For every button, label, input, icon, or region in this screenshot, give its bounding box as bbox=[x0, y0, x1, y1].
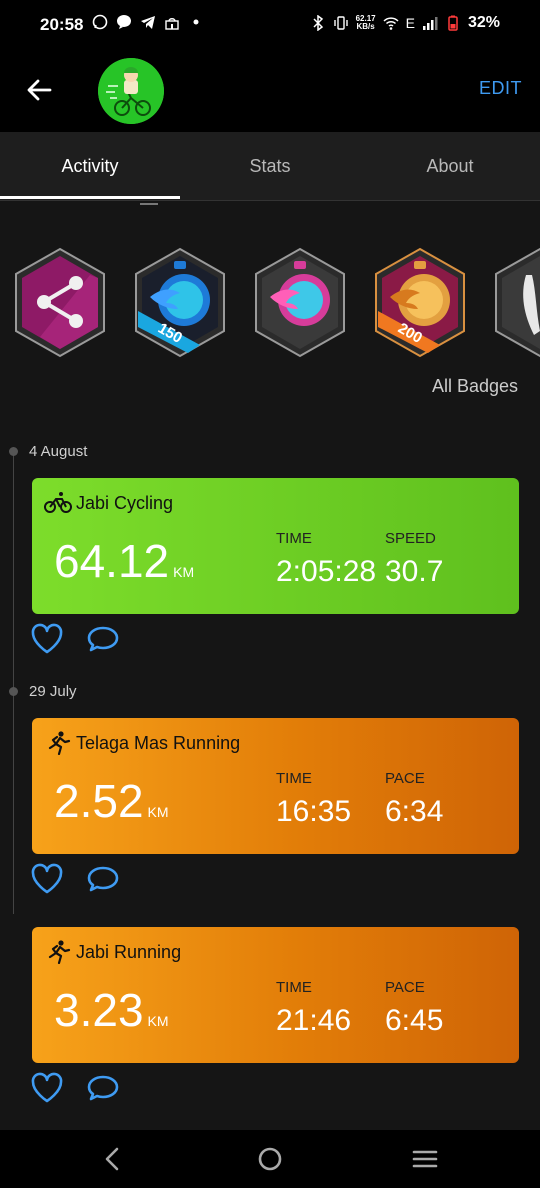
metric-value-pace: 6:34 bbox=[385, 795, 444, 828]
all-badges-link[interactable]: All Badges bbox=[432, 376, 518, 397]
scroll-handle bbox=[140, 203, 158, 205]
stopwatch-pink-badge-icon[interactable] bbox=[250, 245, 350, 360]
like-heart-icon[interactable] bbox=[30, 623, 64, 655]
notification-icons bbox=[92, 14, 204, 30]
metric-value-time: 2:05:28 bbox=[276, 555, 377, 588]
like-heart-icon[interactable] bbox=[30, 1072, 64, 1104]
battery-percentage: 32% bbox=[467, 14, 500, 31]
metric-value-time: 16:35 bbox=[276, 795, 352, 828]
metric-label-pace: PACE bbox=[385, 770, 425, 787]
distance-value: 64.12 bbox=[54, 535, 170, 587]
like-heart-icon[interactable] bbox=[30, 863, 64, 895]
activity-title: Jabi Cycling bbox=[76, 493, 174, 513]
activity-title: Jabi Running bbox=[76, 942, 182, 962]
distance-value: 2.52 bbox=[54, 775, 144, 827]
date-label: 4 August bbox=[29, 443, 88, 460]
timeline-line bbox=[13, 452, 14, 914]
profile-tabs: Activity Stats About bbox=[0, 132, 540, 201]
activity-distance: 3.23 KM bbox=[54, 983, 169, 1037]
nav-back-icon[interactable] bbox=[98, 1144, 128, 1174]
distance-value: 3.23 bbox=[54, 984, 144, 1036]
tab-activity[interactable]: Activity bbox=[0, 132, 180, 200]
partial-badge-icon[interactable] bbox=[490, 245, 540, 360]
edit-button[interactable]: EDIT bbox=[479, 78, 522, 99]
comment-bubble-icon[interactable] bbox=[86, 863, 120, 895]
metric-label-speed: SPEED bbox=[385, 530, 436, 547]
distance-unit: KM bbox=[147, 1013, 169, 1029]
bicycle-icon bbox=[44, 492, 72, 513]
distance-unit: KM bbox=[147, 804, 169, 820]
active-tab-indicator bbox=[0, 196, 180, 199]
stopwatch-150-badge-icon[interactable]: 150 bbox=[130, 245, 230, 360]
telegram-icon bbox=[141, 16, 155, 29]
distance-unit: KM bbox=[173, 564, 195, 580]
status-time: 20:58 bbox=[40, 15, 84, 34]
timeline-dot bbox=[9, 687, 18, 696]
share-badge-icon[interactable] bbox=[10, 245, 110, 360]
activity-card-cycling[interactable]: Jabi Cycling 64.12 KM TIME 2:05:28 SPEED … bbox=[32, 478, 519, 614]
system-nav-bar bbox=[0, 1130, 540, 1188]
tab-stats[interactable]: Stats bbox=[180, 132, 360, 200]
wifi-icon bbox=[383, 17, 399, 30]
activity-distance: 64.12 KM bbox=[54, 534, 194, 588]
metric-value-speed: 30.7 bbox=[385, 555, 444, 588]
nav-menu-icon[interactable] bbox=[410, 1144, 440, 1174]
signal-icon bbox=[422, 17, 438, 30]
timeline-dot bbox=[9, 447, 18, 456]
activity-card-running[interactable]: Telaga Mas Running 2.52 KM TIME 16:35 PAC… bbox=[32, 718, 519, 854]
vibrate-icon bbox=[333, 16, 348, 30]
net-speed: 62.17 KB/s bbox=[356, 15, 376, 31]
nav-home-icon[interactable] bbox=[255, 1144, 285, 1174]
activity-actions bbox=[30, 1072, 120, 1104]
activity-distance: 2.52 KM bbox=[54, 774, 169, 828]
bluetooth-icon bbox=[313, 15, 323, 31]
metric-label-time: TIME bbox=[276, 770, 312, 787]
metric-value-time: 21:46 bbox=[276, 1004, 352, 1037]
comment-bubble-icon[interactable] bbox=[86, 623, 120, 655]
dot-icon bbox=[193, 19, 199, 25]
battery-icon bbox=[448, 15, 458, 31]
activity-title: Telaga Mas Running bbox=[76, 733, 241, 753]
date-label: 29 July bbox=[29, 683, 77, 700]
status-bar: 20:58 62.17 KB/s E 32% bbox=[0, 0, 540, 50]
whatsapp-icon bbox=[92, 14, 108, 30]
tab-about[interactable]: About bbox=[360, 132, 540, 200]
mosque-icon bbox=[165, 18, 179, 30]
activity-card-running[interactable]: Jabi Running 3.23 KM TIME 21:46 PACE 6:45 bbox=[32, 927, 519, 1063]
metric-label-time: TIME bbox=[276, 979, 312, 996]
stopwatch-200-badge-icon[interactable]: 200 bbox=[370, 245, 470, 360]
activity-actions bbox=[30, 863, 120, 895]
app-bar: EDIT bbox=[0, 50, 540, 132]
metric-label-time: TIME bbox=[276, 530, 312, 547]
runner-icon bbox=[48, 940, 71, 964]
net-speed-unit: KB/s bbox=[356, 22, 375, 31]
chat-icon bbox=[117, 15, 131, 29]
system-icons: 62.17 KB/s E 32% bbox=[310, 14, 500, 32]
badges-carousel[interactable]: 150 200 bbox=[0, 245, 540, 363]
runner-icon bbox=[48, 731, 71, 755]
activity-actions bbox=[30, 623, 120, 655]
cyclist-avatar-icon bbox=[98, 58, 164, 124]
comment-bubble-icon[interactable] bbox=[86, 1072, 120, 1104]
profile-avatar[interactable] bbox=[98, 58, 164, 124]
metric-value-pace: 6:45 bbox=[385, 1004, 444, 1037]
metric-label-pace: PACE bbox=[385, 979, 425, 996]
back-arrow-icon[interactable] bbox=[22, 72, 58, 108]
network-type: E bbox=[405, 15, 415, 31]
